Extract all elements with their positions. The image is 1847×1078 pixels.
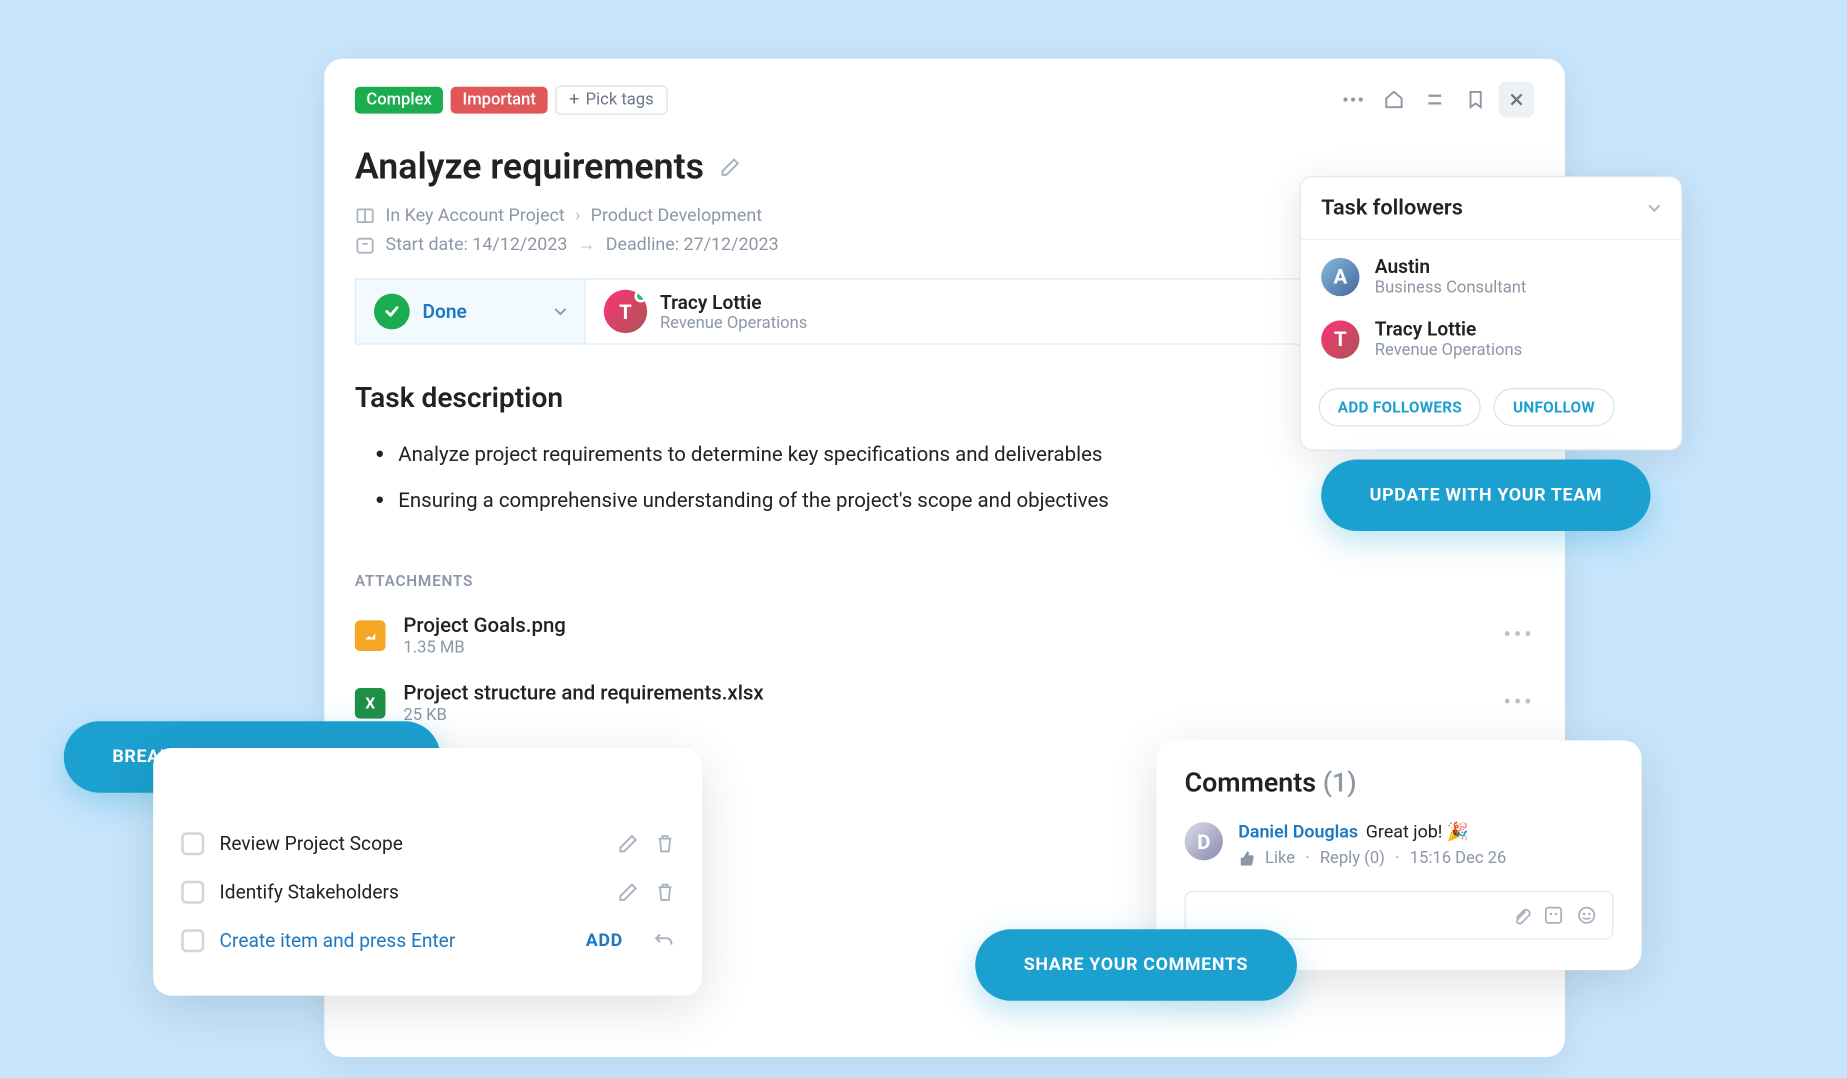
unfollow-button[interactable]: UNFOLLOW — [1494, 388, 1614, 426]
follower-role: Business Consultant — [1375, 278, 1527, 297]
comment-row: D Daniel Douglas Great job! 🎉 Like · Rep… — [1185, 822, 1614, 868]
checkbox[interactable] — [181, 881, 204, 904]
followers-title: Task followers — [1321, 195, 1463, 221]
pick-tags-label: Pick tags — [586, 90, 654, 109]
add-subtask-button[interactable]: ADD — [586, 931, 623, 951]
collapse-icon[interactable] — [1417, 82, 1453, 118]
top-row: Complex Important + Pick tags — [355, 82, 1534, 118]
like-button[interactable]: Like — [1265, 849, 1295, 868]
comment-time: 15:16 Dec 26 — [1410, 849, 1507, 868]
more-icon[interactable] — [1335, 82, 1371, 118]
pick-tags-button[interactable]: + Pick tags — [555, 85, 668, 114]
attachment-name: Project structure and requirements.xlsx — [403, 681, 1485, 705]
trash-icon[interactable] — [656, 834, 674, 854]
follower-row[interactable]: A Austin Business Consultant — [1301, 240, 1681, 313]
chevron-down-icon — [1648, 204, 1661, 212]
attachment-row[interactable]: X Project structure and requirements.xls… — [355, 681, 1534, 726]
assignee-role: Revenue Operations — [660, 313, 807, 332]
arrow-right-icon: → — [578, 234, 596, 256]
create-subtask-input[interactable]: Create item and press Enter — [220, 929, 571, 952]
callout-share: SHARE YOUR COMMENTS — [975, 929, 1296, 1000]
avatar: T — [1321, 320, 1359, 358]
trash-icon[interactable] — [656, 882, 674, 902]
tags: Complex Important + Pick tags — [355, 85, 668, 114]
follower-name: Austin — [1375, 255, 1527, 278]
comments-count: (1) — [1323, 768, 1357, 799]
top-actions — [1335, 82, 1534, 118]
follower-name: Tracy Lottie — [1375, 318, 1522, 341]
excel-file-icon: X — [355, 688, 386, 719]
status-dropdown[interactable]: Done — [356, 280, 586, 344]
bookmark-icon[interactable] — [1458, 82, 1494, 118]
attachments-label: ATTACHMENTS — [355, 572, 1534, 590]
subtask-text[interactable]: Review Project Scope — [220, 832, 603, 855]
tag-important[interactable]: Important — [451, 86, 547, 113]
close-icon[interactable] — [1499, 82, 1535, 118]
comments-title: Comments (1) — [1185, 768, 1614, 799]
task-title[interactable]: Analyze requirements — [355, 146, 704, 188]
chevron-right-icon: › — [575, 206, 580, 226]
deadline[interactable]: Deadline: 27/12/2023 — [606, 234, 779, 254]
reply-button[interactable]: Reply (0) — [1320, 849, 1385, 868]
attachment-name: Project Goals.png — [403, 613, 1485, 637]
subtask-create-row: Create item and press Enter ADD — [181, 917, 674, 966]
breadcrumb-section[interactable]: Product Development — [591, 206, 762, 226]
image-file-icon — [355, 620, 386, 651]
subtasks-card: Review Project Scope Identify Stakeholde… — [153, 748, 702, 996]
subtask-text[interactable]: Identify Stakeholders — [220, 881, 603, 904]
comment-text: Great job! 🎉 — [1366, 822, 1469, 842]
chevron-down-icon — [554, 308, 567, 316]
checkbox[interactable] — [181, 929, 204, 952]
followers-header[interactable]: Task followers — [1301, 177, 1681, 240]
subtask-row: Identify Stakeholders — [181, 868, 674, 917]
avatar: D — [1185, 822, 1223, 860]
avatar: A — [1321, 257, 1359, 295]
avatar: T — [604, 290, 647, 333]
thumbs-up-icon[interactable] — [1238, 850, 1255, 867]
followers-card: Task followers A Austin Business Consult… — [1299, 176, 1682, 450]
calendar-icon — [355, 234, 375, 254]
edit-title-icon[interactable] — [719, 156, 739, 176]
comment-author[interactable]: Daniel Douglas — [1238, 822, 1358, 842]
follower-row[interactable]: T Tracy Lottie Revenue Operations — [1301, 313, 1681, 376]
follower-role: Revenue Operations — [1375, 341, 1522, 360]
tag-complex[interactable]: Complex — [355, 86, 443, 113]
attachment-size: 25 KB — [403, 706, 1485, 725]
plus-icon: + — [569, 91, 579, 109]
assignee-name: Tracy Lottie — [660, 290, 807, 313]
check-circle-icon — [374, 294, 410, 330]
attachment-more-icon[interactable]: ••• — [1503, 690, 1534, 717]
breadcrumb-project[interactable]: In Key Account Project — [386, 206, 565, 226]
undo-icon[interactable] — [654, 931, 674, 951]
emoji-icon[interactable] — [1576, 905, 1596, 925]
edit-icon[interactable] — [618, 882, 638, 902]
home-icon[interactable] — [1376, 82, 1412, 118]
attach-icon[interactable] — [1511, 905, 1530, 925]
attachment-row[interactable]: Project Goals.png 1.35 MB ••• — [355, 613, 1534, 658]
subtask-row: Review Project Scope — [181, 820, 674, 869]
status-label: Done — [423, 300, 467, 323]
book-icon — [355, 206, 375, 226]
checkbox[interactable] — [181, 832, 204, 855]
callout-update: UPDATE WITH YOUR TEAM — [1321, 460, 1651, 531]
attachment-size: 1.35 MB — [403, 638, 1485, 657]
start-date[interactable]: Start date: 14/12/2023 — [386, 234, 568, 254]
sticker-icon[interactable] — [1543, 905, 1563, 925]
add-followers-button[interactable]: ADD FOLLOWERS — [1319, 388, 1482, 426]
attachment-more-icon[interactable]: ••• — [1503, 622, 1534, 649]
edit-icon[interactable] — [618, 834, 638, 854]
